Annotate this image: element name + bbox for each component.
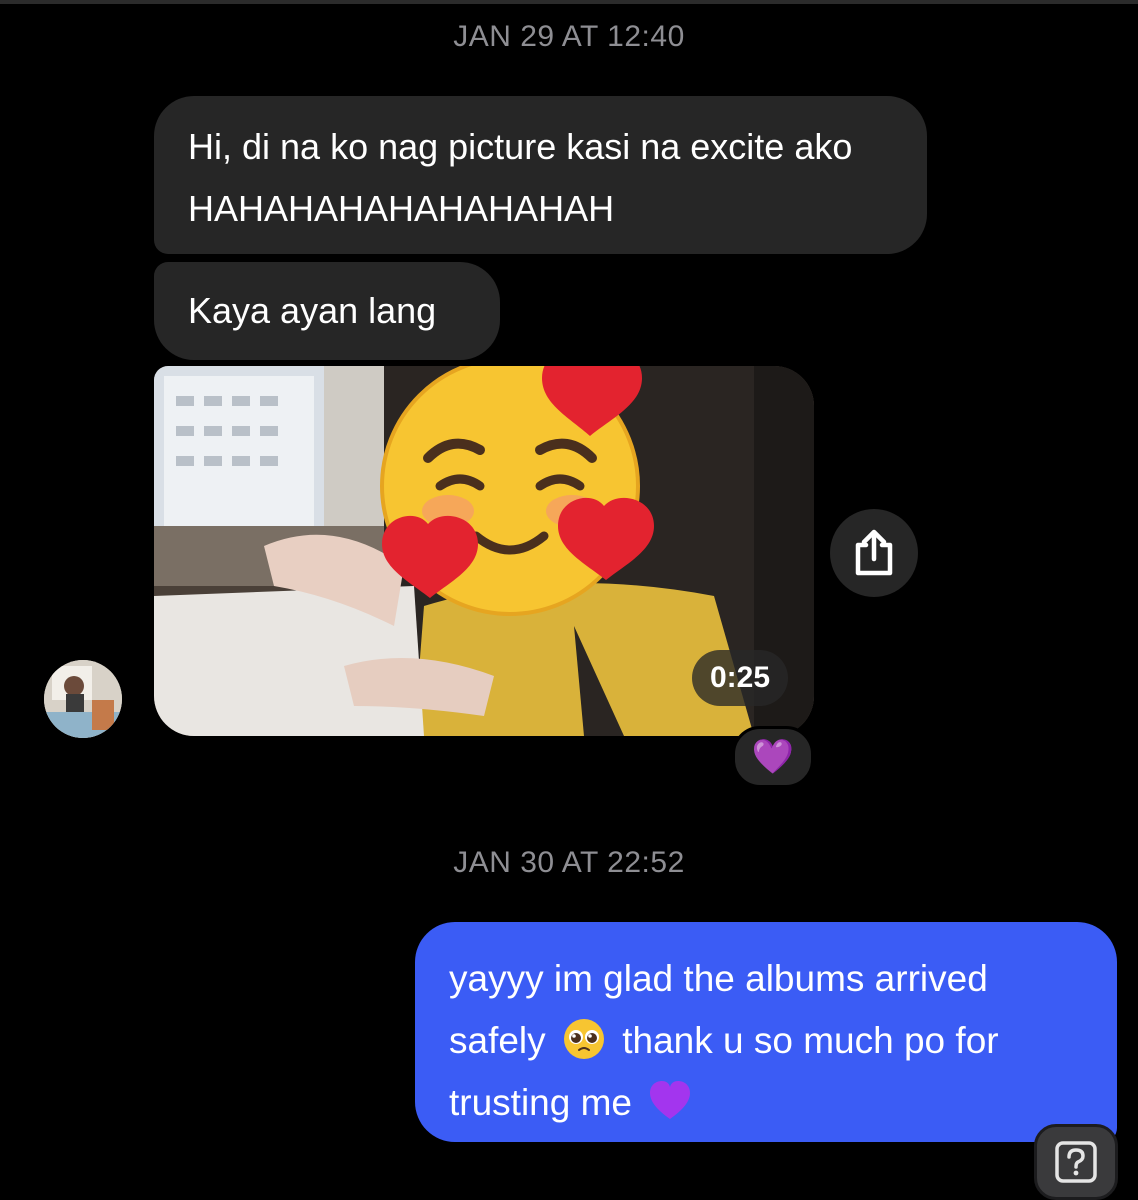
avatar-image xyxy=(44,660,122,738)
message-text: yayyy im glad the albums arrived xyxy=(449,958,988,999)
top-divider xyxy=(0,0,1138,4)
message-text: safely xyxy=(449,1020,546,1061)
message-text: thank u so much po for xyxy=(622,1020,999,1061)
smiling-face-with-hearts-icon xyxy=(380,366,654,616)
timestamp: JAN 30 AT 22:52 xyxy=(453,846,685,879)
share-icon xyxy=(855,529,893,576)
share-button[interactable] xyxy=(830,509,918,597)
message-text: trusting me xyxy=(449,1082,633,1123)
video-duration: 0:25 xyxy=(691,650,788,706)
purple-heart-icon: 💜 xyxy=(751,738,795,776)
purple-heart-icon xyxy=(650,1081,691,1119)
outgoing-message-bubble[interactable]: yayyy im glad the albums arrived safely … xyxy=(415,922,1117,1142)
help-icon xyxy=(1055,1141,1097,1183)
timestamp: JAN 29 AT 12:40 xyxy=(453,20,685,53)
message-bubble[interactable]: Kaya ayan lang xyxy=(154,262,500,360)
avatar[interactable] xyxy=(44,660,122,738)
video-message[interactable]: 0:25 xyxy=(154,366,814,736)
message-reaction[interactable]: 💜 xyxy=(732,726,814,788)
help-button[interactable] xyxy=(1034,1124,1118,1200)
pleading-face-icon xyxy=(563,1019,604,1059)
message-bubble[interactable]: Hi, di na ko nag picture kasi na excite … xyxy=(154,96,927,254)
